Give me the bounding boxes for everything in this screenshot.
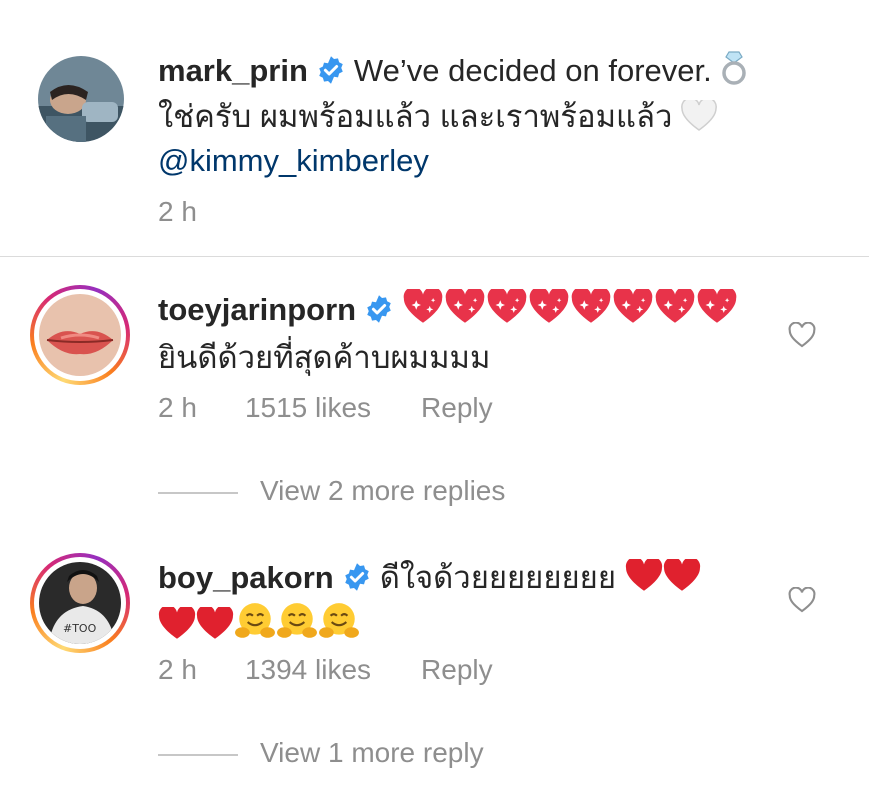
comment-line-2: ยินดีด้วยที่สุดค้าบผมมมม: [158, 337, 490, 379]
comment: toeyjarinporn ยินดีด้วยที่สุดค้าบผมมมม 2…: [0, 257, 869, 527]
red-heart-emoji-icon: [158, 607, 196, 639]
white-heart-emoji-icon: [681, 100, 717, 131]
reply-button[interactable]: Reply: [421, 390, 493, 426]
verified-badge-icon: [319, 56, 343, 84]
verified-badge-icon: [344, 563, 369, 591]
svg-text:#TOO: #TOO: [63, 622, 97, 635]
avatar[interactable]: #TOO: [30, 553, 130, 653]
sparkling-heart-emoji-icon: [403, 289, 443, 323]
like-heart-icon[interactable]: [788, 587, 816, 613]
view-more-label[interactable]: View 2 more replies: [260, 475, 505, 506]
like-heart-icon[interactable]: [788, 322, 816, 348]
timestamp: 2 h: [158, 654, 197, 685]
red-heart-emoji-icon: [663, 559, 700, 591]
sparkling-heart-emoji-icon: [445, 289, 485, 323]
hugging-face-emoji-group: [234, 603, 360, 643]
comment: #TOO boy_pakorn ดีใจด้วยยยยยยยย 2 h 1394 l…: [0, 527, 869, 797]
comment-line-1: boy_pakorn ดีใจด้วยยยยยยยย: [158, 557, 701, 599]
sparkling-hearts-emoji-group: [402, 289, 738, 327]
caption-text-1: We’ve decided on forever.: [353, 53, 712, 88]
comment-meta: 2 h 1515 likes Reply: [158, 390, 493, 426]
comment-text: ยินดีด้วยที่สุดค้าบผมมมม: [158, 340, 491, 375]
avatar-photo-icon: [38, 56, 124, 142]
view-more-label[interactable]: View 1 more reply: [260, 737, 484, 768]
caption-meta: 2 h: [158, 194, 197, 230]
caption-username[interactable]: mark_prin: [158, 53, 308, 88]
mention-link[interactable]: @kimmy_kimberley: [158, 143, 429, 178]
caption-line-1: mark_prin We’ve decided on forever.: [158, 50, 748, 92]
comment-line-1: toeyjarinporn: [158, 289, 738, 331]
comment-username[interactable]: toeyjarinporn: [158, 292, 356, 327]
ring-emoji-icon: [722, 51, 747, 85]
red-hearts-emoji-group: [625, 559, 701, 595]
avatar[interactable]: [30, 285, 130, 385]
caption-text-2: ใช่ครับ ผมพร้อมแล้ว และเราพร้อมแล้ว: [158, 99, 673, 134]
red-heart-emoji-icon: [196, 607, 234, 639]
verified-badge-icon: [367, 295, 391, 323]
sparkling-heart-emoji-icon: [487, 289, 527, 323]
caption-line-3: @kimmy_kimberley: [158, 140, 429, 182]
divider: [158, 491, 238, 494]
red-heart-emoji-icon: [625, 559, 662, 591]
sparkling-heart-emoji-icon: [529, 289, 569, 323]
likes-count[interactable]: 1394 likes: [245, 652, 371, 688]
comment-meta: 2 h 1394 likes Reply: [158, 652, 493, 688]
divider: [158, 753, 238, 756]
hugging-face-emoji-icon: [277, 603, 317, 638]
comment-line-2: [158, 601, 360, 647]
comment-username[interactable]: boy_pakorn: [158, 560, 334, 595]
sparkling-heart-emoji-icon: [613, 289, 653, 323]
reply-button[interactable]: Reply: [421, 652, 493, 688]
sparkling-heart-emoji-icon: [655, 289, 695, 323]
hugging-face-emoji-icon: [235, 603, 275, 638]
timestamp: 2 h: [158, 196, 197, 227]
avatar-lips-icon: [39, 294, 121, 376]
sparkling-heart-emoji-icon: [571, 289, 611, 323]
comment-text: ดีใจด้วยยยยยยยย: [379, 560, 617, 595]
sparkling-heart-emoji-icon: [697, 289, 737, 323]
avatar[interactable]: [38, 56, 124, 142]
timestamp: 2 h: [158, 392, 197, 423]
caption-line-2: ใช่ครับ ผมพร้อมแล้ว และเราพร้อมแล้ว: [158, 96, 717, 138]
view-more-replies[interactable]: View 2 more replies: [158, 473, 505, 509]
post-caption: mark_prin We’ve decided on forever. ใช่คร…: [0, 0, 869, 256]
likes-count[interactable]: 1515 likes: [245, 390, 371, 426]
view-more-replies[interactable]: View 1 more reply: [158, 735, 484, 771]
hugging-face-emoji-icon: [319, 603, 359, 638]
avatar-person-icon: #TOO: [39, 562, 121, 644]
